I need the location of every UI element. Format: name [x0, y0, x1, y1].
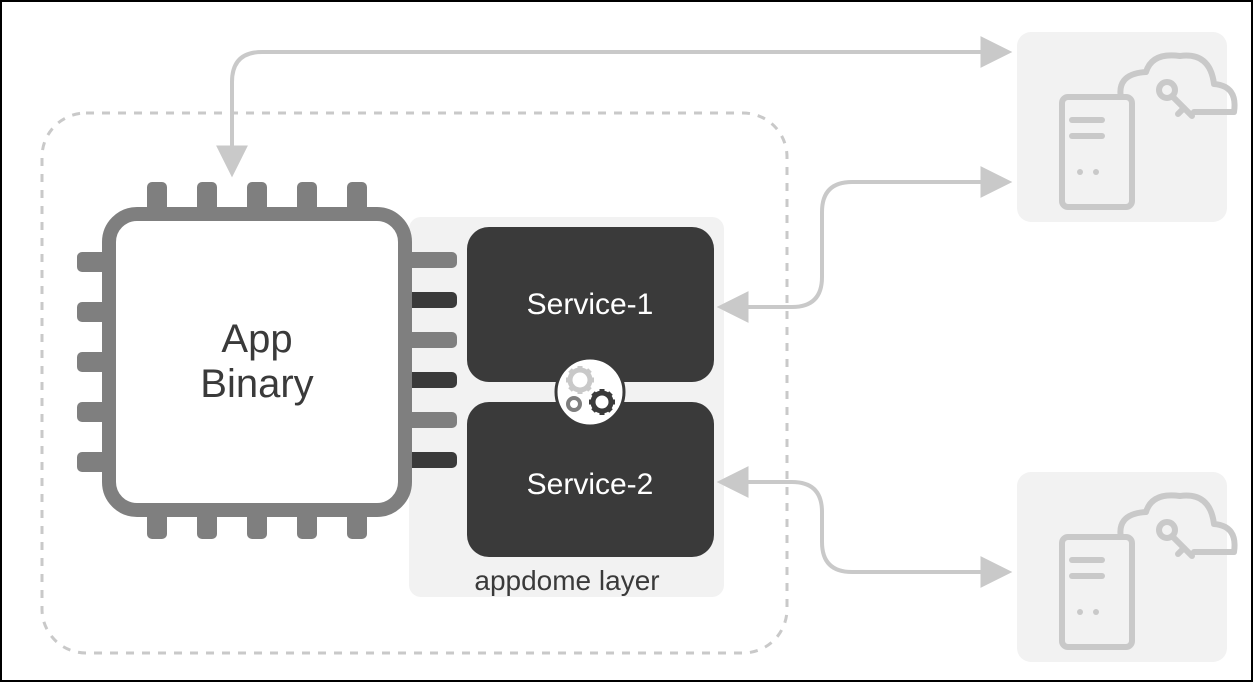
gears-icon: [556, 358, 624, 426]
server-top-panel: [1017, 32, 1235, 222]
chip-label-2: Binary: [200, 362, 313, 406]
arrow-service1: [722, 182, 1007, 307]
diagram-frame: App Binary Service-1 Service-2: [0, 0, 1253, 682]
chip-label-1: App: [221, 317, 292, 361]
server-bottom-panel: [1017, 472, 1235, 662]
arrow-service2: [722, 482, 1007, 572]
appdome-layer-label: appdome layer: [474, 565, 659, 596]
diagram-svg: App Binary Service-1 Service-2: [2, 2, 1253, 684]
service-2-label: Service-2: [527, 468, 654, 501]
service-1-label: Service-1: [527, 288, 654, 321]
